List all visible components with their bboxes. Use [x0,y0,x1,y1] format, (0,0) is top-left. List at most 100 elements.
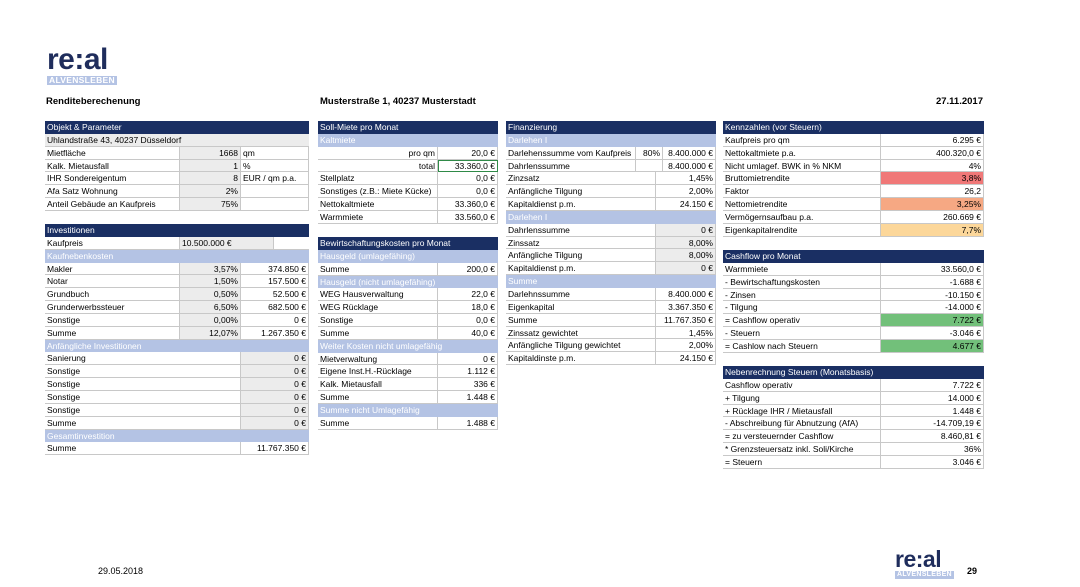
kaufnebenkosten-percent[interactable]: 0,50% [180,288,241,302]
total-value-selected-cell[interactable]: 33.360,0 € [438,159,498,173]
bw-nicht-value[interactable]: 0,0 € [438,314,498,327]
kennzahlen-value: 6.295 € [881,133,984,147]
objekt-label: Kalk. Mietausfall [45,159,180,173]
fin-summe-label: Darlehnssumme [506,287,656,301]
darlehen1-value[interactable]: 24.150 € [656,198,716,211]
darlehen1-row: Anfängliche Tilgung 2,00% [506,185,716,199]
anfaengliche-row: Sonstige 0 € [45,378,309,391]
finanzierung-table: Finanzierung Darlehen I Darlehenssumme v… [506,121,716,366]
anfaengliche-amount[interactable]: 0 € [241,416,309,430]
footer-logo-subtitle: ALVENSLEBEN [895,571,954,579]
kennzahlen-row: Nicht umlagef. BWK in % NKM 4% [723,159,984,173]
anfaengliche-amount[interactable]: 0 € [241,390,309,404]
bw-weitere-value[interactable]: 1.112 € [438,365,498,379]
darlehen2-label: Dahrlenssumme [506,223,656,237]
darlehen1-value[interactable]: 1,45% [656,172,716,186]
anfaengliche-amount[interactable]: 0 € [241,365,309,379]
objekt-value[interactable]: 75% [180,198,241,211]
kaufnebenkosten-percent[interactable]: 3,57% [180,262,241,276]
nebenrechnung-row: + Rücklage IHR / Mietausfall 1.448 € [723,404,984,418]
kennzahlen-value: 260.669 € [881,210,984,224]
objekt-value[interactable]: 8 [180,172,241,186]
anfaengliche-amount[interactable]: 0 € [241,352,309,366]
nebenrechnung-value: 8.460,81 € [881,430,984,444]
bw-nicht-value[interactable]: 22,0 € [438,288,498,302]
kaufnebenkosten-row: Notar 1,50% 157.500 € [45,275,309,289]
finanzierung-header: Finanzierung [506,121,716,134]
darlehen2-value[interactable]: 0 € [656,223,716,237]
darlehen1-label: Darlehenssumme vom Kaufpreis [506,146,636,160]
kennzahlen-row: Faktor 26,2 [723,185,984,199]
investitionen-table: Investitionen Kaufpreis 10.500.000 € Kau… [45,224,309,456]
cashflow-value: 7.722 € [881,314,984,328]
nebenrechnung-label: = zu versteuernder Cashflow [723,430,881,444]
kaufnebenkosten-percent[interactable]: 0,00% [180,313,241,327]
objekt-label: Anteil Gebäude an Kaufpreis [45,198,180,211]
finanzierung-summe-header: Summe [506,275,716,288]
kaufnebenkosten-row: Grundbuch 0,50% 52.500 € [45,288,309,302]
bw-nicht-value[interactable]: 18,0 € [438,301,498,315]
bw-weitere-value[interactable]: 1.448 € [438,391,498,404]
anfaengliche-amount[interactable]: 0 € [241,403,309,417]
nebenrechnung-row: = zu versteuernder Cashflow 8.460,81 € [723,430,984,444]
sollmiete-table: Soll-Miete pro Monat Kaltmiete pro qm 20… [318,121,498,224]
anfaengliche-header: Anfängliche Investitionen [45,339,309,353]
kennzahlen-label: Kaufpreis pro qm [723,133,881,147]
bw-umlage-value[interactable]: 200,0 € [438,262,498,276]
nebenrechnung-row: - Abschreibung für Abnutzung (AfA) -14.70… [723,417,984,431]
kaltmiete-header: Kaltmiete [318,133,498,147]
nebenrechnung-value: 36% [881,443,984,456]
weitere-kosten-header: Weiter Kosten nicht umlagefähig [318,339,498,353]
kaufnebenkosten-row: Sonstige 0,00% 0 € [45,313,309,327]
nebenrechnung-row: Cashflow operativ 7.722 € [723,378,984,392]
objekt-label: Afa Satz Wohnung [45,185,180,199]
cashflow-label: - Zinsen [723,288,881,302]
darlehen2-row: Zinssatz 8,00% [506,236,716,250]
objekt-value[interactable]: 1 [180,159,241,173]
bw-weitere-value[interactable]: 336 € [438,378,498,392]
darlehen1-value[interactable] [636,159,663,173]
nebenrechnung-label: = Steuern [723,455,881,469]
kaufpreis-value[interactable]: 10.500.000 € [180,236,274,250]
nebenrechnung-value: 14.000 € [881,391,984,405]
sollmiete-value: 33.360,0 € [438,198,498,211]
bw-nicht-value[interactable]: 40,0 € [438,326,498,340]
kaufnebenkosten-label: Sonstige [45,313,180,327]
company-logo: re:al ALVENSLEBEN [47,45,117,85]
sollmiete-label: Nettokaltmiete [318,198,438,211]
kennzahlen-row: Kaufpreis pro qm 6.295 € [723,133,984,147]
kaufnebenkosten-amount: 374.850 € [241,262,309,276]
fin-summe-value: 11.767.350 € [656,313,716,327]
kaufnebenkosten-row: Makler 3,57% 374.850 € [45,262,309,276]
darlehen1-value[interactable]: 80% [636,146,663,160]
nebenrechnung-row: * Grenzsteuersatz inkl. Soli/Kirche 36% [723,443,984,456]
sollmiete-value: 0,0 € [438,185,498,199]
kaufnebenkosten-percent[interactable]: 6,50% [180,301,241,314]
kennzahlen-label: Vermögernsaufbau p.a. [723,210,881,224]
kaufnebenkosten-header: Kaufnebenkosten [45,249,309,263]
nebenrechnung-label: + Tilgung [723,391,881,405]
darlehen2-value[interactable]: 8,00% [656,249,716,263]
kennzahlen-row: Nettokaltmiete p.a. 400.320,0 € [723,146,984,160]
darlehen2-value[interactable]: 8,00% [656,236,716,250]
kaufnebenkosten-percent[interactable]: 12,07% [180,326,241,340]
kaufnebenkosten-percent[interactable]: 1,50% [180,275,241,289]
objekt-value[interactable]: 1668 [180,146,241,160]
darlehen1-value[interactable]: 2,00% [656,185,716,199]
anfaengliche-amount[interactable]: 0 € [241,378,309,391]
cashflow-header: Cashflow pro Monat [723,250,984,263]
kaufpreis-label: Kaufpreis [45,236,180,250]
objekt-parameter-table: Objekt & Parameter Uhlandstraße 43, 4023… [45,121,309,211]
proqm-value[interactable]: 20,0 € [438,146,498,160]
kennzahlen-value: 3,25% [881,198,984,211]
kennzahlen-row: Bruttomietrendite 3,8% [723,172,984,186]
cashflow-label: - Tilgung [723,301,881,315]
darlehen2-row: Dahrlenssumme 0 € [506,223,716,237]
objekt-value[interactable]: 2% [180,185,241,199]
bewirtschaftung-table: Bewirtschaftungskosten pro Monat Hausgel… [318,237,498,430]
objekt-address[interactable]: Uhlandstraße 43, 40237 Düsseldorf [45,133,309,147]
bw-nicht-row: Sonstige 0,0 € [318,314,498,327]
darlehen2-header: Darlehen I [506,210,716,224]
darlehen2-value[interactable]: 0 € [656,262,716,276]
bw-weitere-value[interactable]: 0 € [438,352,498,366]
